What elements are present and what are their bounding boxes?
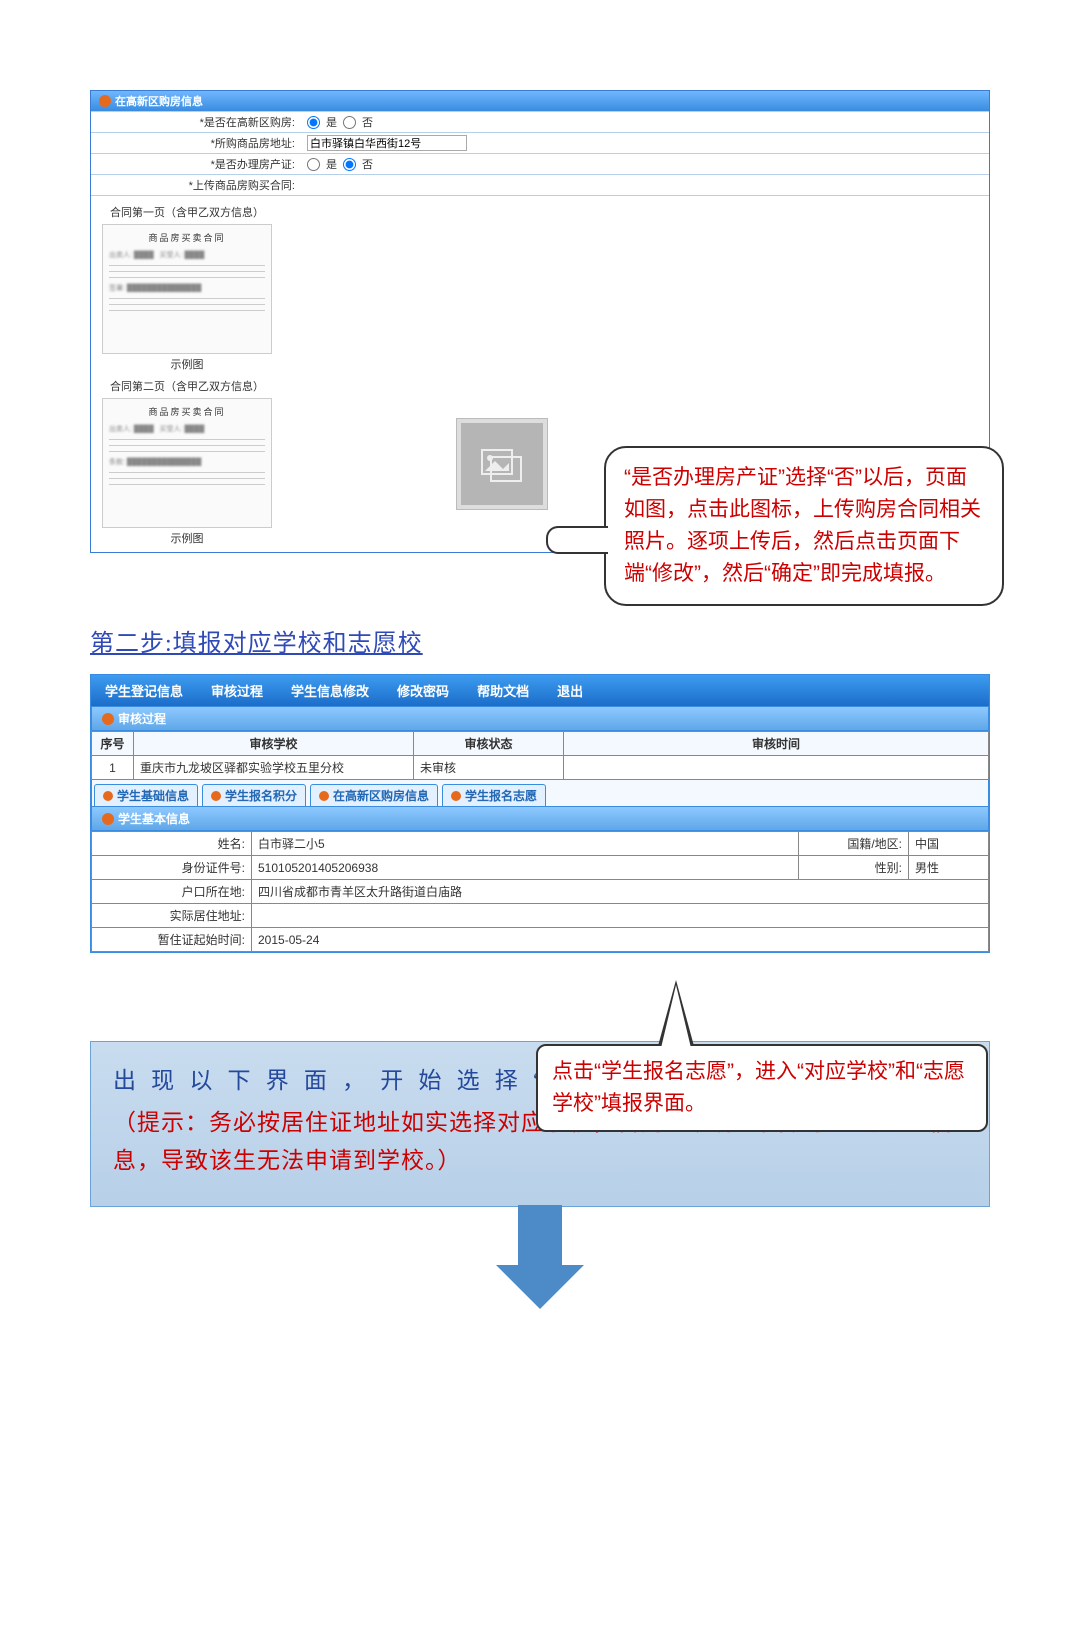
image-placeholder-icon <box>479 445 525 483</box>
name-value: 白市驿二小5 <box>252 832 799 856</box>
sample-column: 合同第一页（含甲乙双方信息） 商品房买卖合同 出卖人: ████ 买受人: ██… <box>97 202 277 546</box>
audit-row-seq: 1 <box>92 756 134 780</box>
sample2-caption: 合同第二页（含甲乙双方信息） <box>97 378 277 394</box>
student-info-panel: 学生登记信息 审核过程 学生信息修改 修改密码 帮助文档 退出 审核过程 序号 … <box>90 674 990 953</box>
callout-wish-instruction: 点击“学生报名志愿”，进入“对应学校”和“志愿学校”填报界面。 <box>536 1044 988 1132</box>
nationality-label: 国籍/地区: <box>799 832 909 856</box>
radio-buy-no[interactable] <box>343 116 356 129</box>
gender-label: 性别: <box>799 856 909 880</box>
nav-student-edit[interactable]: 学生信息修改 <box>291 681 369 700</box>
audit-head-seq: 序号 <box>92 732 134 756</box>
tab-label: 学生基础信息 <box>117 787 189 804</box>
id-value: 510105201405206938 <box>252 856 799 880</box>
residence-value <box>252 904 989 928</box>
radio-buy-yes[interactable] <box>307 116 320 129</box>
down-arrow-icon <box>496 1205 584 1305</box>
sample2-title: 商品房买卖合同 <box>109 405 265 418</box>
q-buy-in-district-label: *是否在高新区购房: <box>91 112 301 133</box>
housing-panel-title: 在高新区购房信息 <box>115 93 203 109</box>
audit-head-status: 审核状态 <box>414 732 564 756</box>
tab-icon <box>211 791 221 801</box>
sample-tag-2: 示例图 <box>97 530 277 546</box>
section-icon <box>99 95 111 107</box>
radio-cert-no-label: 否 <box>362 156 373 172</box>
upload-image-slot[interactable] <box>457 419 547 509</box>
nav-student-reg[interactable]: 学生登记信息 <box>105 681 183 700</box>
address-input[interactable] <box>307 135 467 151</box>
step2-heading: 第二步:填报对应学校和志愿校 <box>90 623 990 658</box>
nav-change-password[interactable]: 修改密码 <box>397 681 449 700</box>
callout-upload-instruction: “是否办理房产证”选择“否”以后，页面如图，点击此图标，上传购房合同相关照片。逐… <box>604 446 1004 606</box>
radio-buy-no-label: 否 <box>362 114 373 130</box>
address-label: *所购商品房地址: <box>91 133 301 154</box>
audit-row: 1 重庆市九龙坡区驿都实验学校五里分校 未审核 <box>92 756 989 780</box>
sample1-image: 商品房买卖合同 出卖人: ████ 买受人: ████ 签署: ████████… <box>102 224 272 354</box>
gender-value: 男性 <box>909 856 989 880</box>
tab-icon <box>319 791 329 801</box>
sample2-image: 商品房买卖合同 出卖人: ████ 买受人: ████ 条款: ████████… <box>102 398 272 528</box>
tab-student-points[interactable]: 学生报名积分 <box>202 784 306 806</box>
nationality-value: 中国 <box>909 832 989 856</box>
nav-logout[interactable]: 退出 <box>557 681 583 700</box>
hukou-value: 四川省成都市青羊区太升路街道白庙路 <box>252 880 989 904</box>
name-label: 姓名: <box>92 832 252 856</box>
sample-tag-1: 示例图 <box>97 356 277 372</box>
tab-icon <box>451 791 461 801</box>
tab-student-basic[interactable]: 学生基础信息 <box>94 784 198 806</box>
section-icon <box>102 713 114 725</box>
audit-head-time: 审核时间 <box>564 732 989 756</box>
tab-label: 在高新区购房信息 <box>333 787 429 804</box>
nav-help-docs[interactable]: 帮助文档 <box>477 681 529 700</box>
audit-header-label: 审核过程 <box>118 710 166 727</box>
housing-panel-header: 在高新区购房信息 <box>91 91 989 111</box>
tab-housing-info[interactable]: 在高新区购房信息 <box>310 784 438 806</box>
nav-audit-process[interactable]: 审核过程 <box>211 681 263 700</box>
upload-contract-label: *上传商品房购买合同: <box>91 175 301 196</box>
temp-cert-label: 暂住证起始时间: <box>92 928 252 952</box>
student-basic-header-label: 学生基本信息 <box>118 810 190 827</box>
tab-label: 学生报名志愿 <box>465 787 537 804</box>
audit-table: 序号 审核学校 审核状态 审核时间 1 重庆市九龙坡区驿都实验学校五里分校 未审… <box>91 731 989 780</box>
student-basic-header: 学生基本信息 <box>91 806 989 831</box>
student-info-table: 姓名: 白市驿二小5 国籍/地区: 中国 身份证件号: 510105201405… <box>91 831 989 952</box>
section-icon <box>102 813 114 825</box>
temp-cert-value: 2015-05-24 <box>252 928 989 952</box>
tab-student-wish[interactable]: 学生报名志愿 <box>442 784 546 806</box>
radio-cert-no[interactable] <box>343 158 356 171</box>
tab-label: 学生报名积分 <box>225 787 297 804</box>
audit-process-header: 审核过程 <box>91 706 989 731</box>
tab-icon <box>103 791 113 801</box>
audit-head-school: 审核学校 <box>134 732 414 756</box>
radio-buy-yes-label: 是 <box>326 114 337 130</box>
top-navigation: 学生登记信息 审核过程 学生信息修改 修改密码 帮助文档 退出 <box>91 675 989 706</box>
q-cert-label: *是否办理房产证: <box>91 154 301 175</box>
info-tabs: 学生基础信息 学生报名积分 在高新区购房信息 学生报名志愿 <box>91 780 989 806</box>
residence-label: 实际居住地址: <box>92 904 252 928</box>
audit-row-time <box>564 756 989 780</box>
sample1-caption: 合同第一页（含甲乙双方信息） <box>97 204 277 220</box>
audit-row-school: 重庆市九龙坡区驿都实验学校五里分校 <box>134 756 414 780</box>
id-label: 身份证件号: <box>92 856 252 880</box>
hukou-label: 户口所在地: <box>92 880 252 904</box>
radio-cert-yes-label: 是 <box>326 156 337 172</box>
sample1-title: 商品房买卖合同 <box>109 231 265 244</box>
audit-row-status: 未审核 <box>414 756 564 780</box>
radio-cert-yes[interactable] <box>307 158 320 171</box>
